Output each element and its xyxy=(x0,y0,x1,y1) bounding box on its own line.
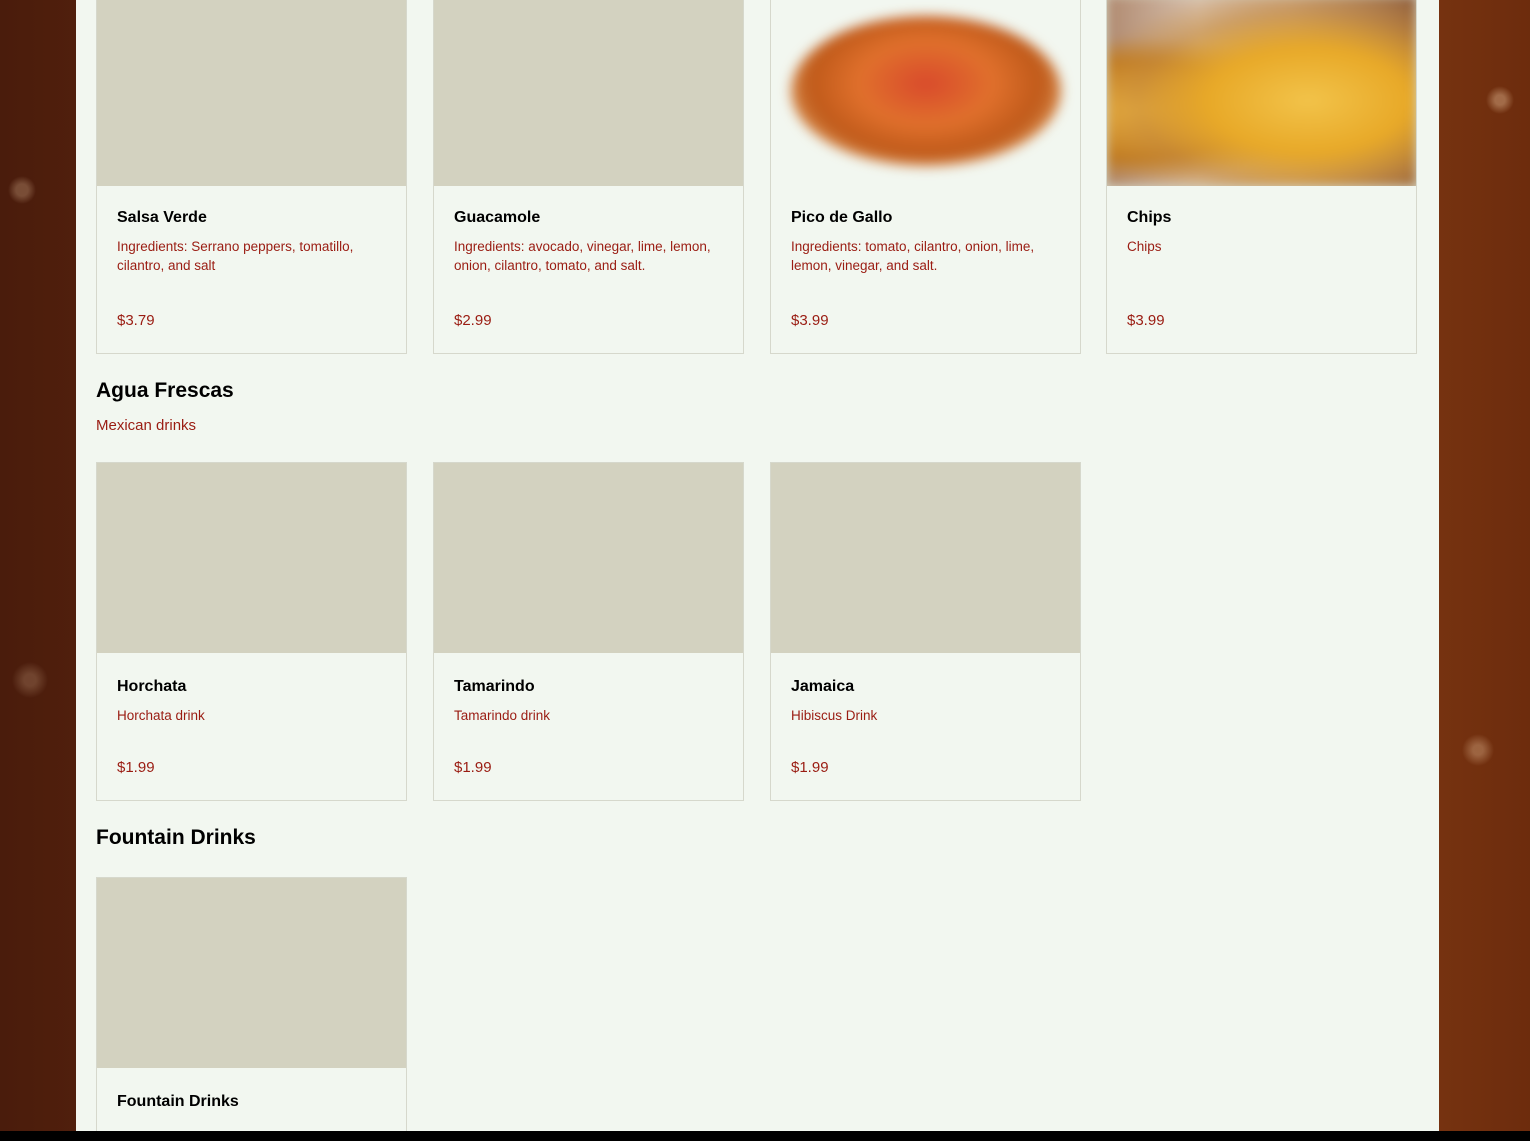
item-name: Horchata xyxy=(117,678,187,695)
item-name: Guacamole xyxy=(454,209,541,226)
menu-item-card[interactable]: Fountain Drinks xyxy=(96,877,407,1131)
item-description: Chips xyxy=(1127,239,1162,254)
item-image-placeholder xyxy=(97,0,406,186)
item-name: Jamaica xyxy=(791,678,855,695)
item-name: Chips xyxy=(1127,209,1172,226)
item-description: Ingredients: avocado, vinegar, lime, lem… xyxy=(454,239,711,273)
item-price: $3.99 xyxy=(791,312,829,329)
item-image-placeholder xyxy=(97,463,406,653)
menu-item-card[interactable]: Tamarindo Tamarindo drink $1.99 xyxy=(433,462,744,801)
item-price: $3.99 xyxy=(1127,312,1165,329)
menu-item-card[interactable]: Chips Chips $3.99 xyxy=(1106,0,1417,354)
item-description: Ingredients: tomato, cilantro, onion, li… xyxy=(791,239,1035,273)
item-price: $1.99 xyxy=(117,759,155,776)
bottom-edge-bar xyxy=(0,1131,1530,1141)
menu-item-card[interactable]: Horchata Horchata drink $1.99 xyxy=(96,462,407,801)
item-name: Tamarindo xyxy=(454,678,535,695)
item-price: $1.99 xyxy=(791,759,829,776)
item-image-placeholder xyxy=(771,463,1080,653)
item-image-placeholder xyxy=(434,0,743,186)
menu-item-card[interactable]: Guacamole Ingredients: avocado, vinegar,… xyxy=(433,0,744,354)
item-price: $1.99 xyxy=(454,759,492,776)
item-description: Horchata drink xyxy=(117,708,205,723)
menu-item-card[interactable]: Jamaica Hibiscus Drink $1.99 xyxy=(770,462,1081,801)
menu-page: Salsa Verde Ingredients: Serrano peppers… xyxy=(76,0,1439,1131)
section-title: Agua Frescas xyxy=(96,379,234,402)
item-name: Salsa Verde xyxy=(117,209,207,226)
item-image-placeholder xyxy=(97,878,406,1068)
item-description: Tamarindo drink xyxy=(454,708,551,723)
section-subtitle: Mexican drinks xyxy=(96,417,197,434)
section-title: Fountain Drinks xyxy=(96,826,256,849)
salsa-bowl-image xyxy=(771,0,1080,186)
menu-item-card[interactable]: Salsa Verde Ingredients: Serrano peppers… xyxy=(96,0,407,354)
tortilla-chips-image xyxy=(1107,0,1416,186)
item-price: $2.99 xyxy=(454,312,492,329)
item-price: $3.79 xyxy=(117,312,155,329)
item-name: Fountain Drinks xyxy=(117,1093,239,1110)
item-name: Pico de Gallo xyxy=(791,209,893,226)
item-description: Hibiscus Drink xyxy=(791,708,878,723)
item-description: Ingredients: Serrano peppers, tomatillo,… xyxy=(117,239,354,273)
menu-item-card[interactable]: Pico de Gallo Ingredients: tomato, cilan… xyxy=(770,0,1081,354)
item-image-placeholder xyxy=(434,463,743,653)
